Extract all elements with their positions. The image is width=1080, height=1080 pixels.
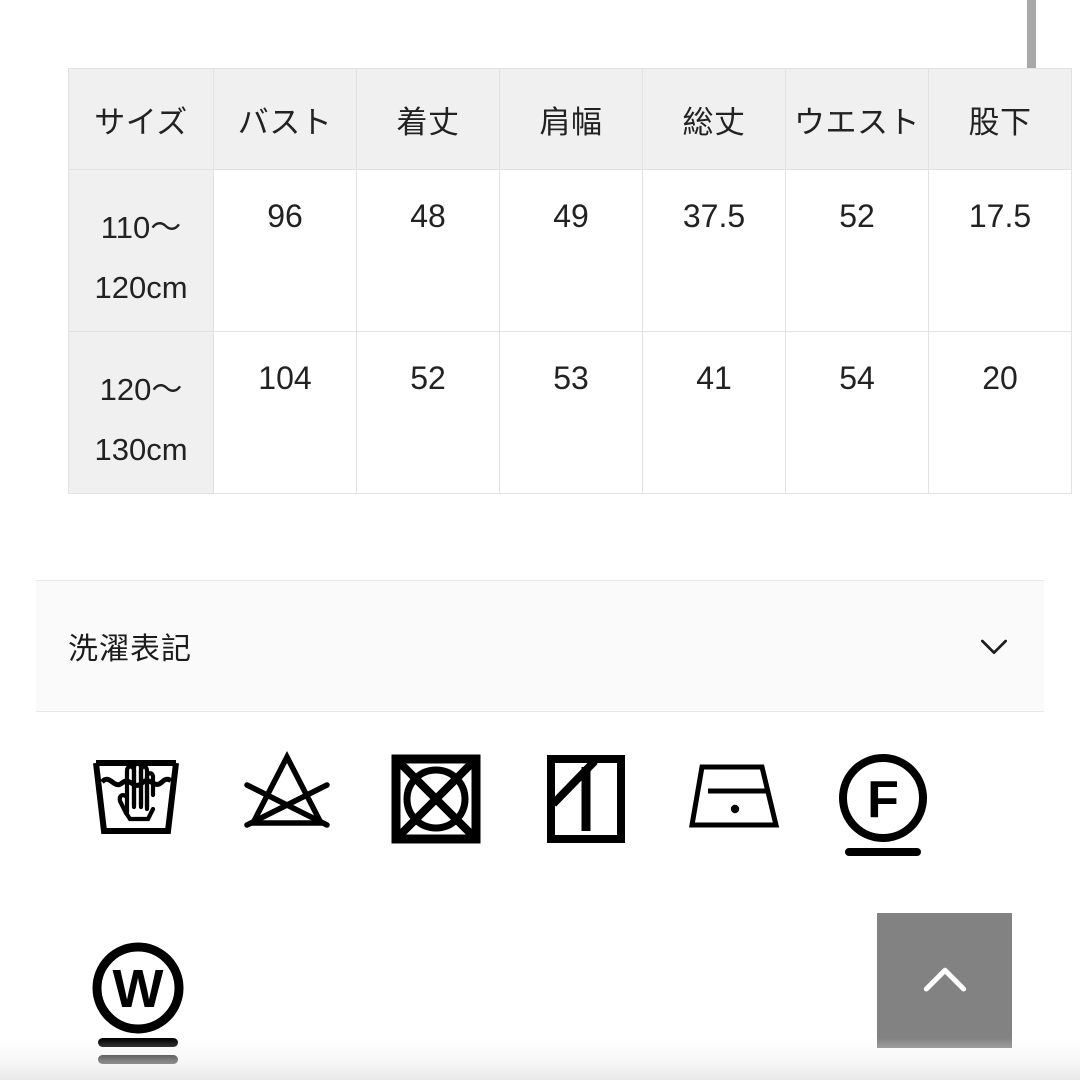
size-table-body: 110〜120cm 96 48 49 37.5 52 17.5 120〜130c… xyxy=(68,169,1072,494)
do-not-tumble-dry-icon xyxy=(388,751,484,852)
size-table-head: サイズ バスト 着丈 肩幅 総丈 ウエスト 股下 xyxy=(68,68,1072,170)
scrollbar-thumb[interactable] xyxy=(1027,0,1036,74)
cell-inseam: 20 xyxy=(928,331,1072,494)
iron-low-heat-icon xyxy=(688,763,788,844)
column-header-size: サイズ xyxy=(68,68,214,170)
cell-shoulder: 49 xyxy=(499,169,643,332)
dry-clean-petroleum-gentle-icon: F xyxy=(836,751,931,866)
column-header-bust: バスト xyxy=(213,68,357,170)
cell-size-label: 120〜130cm xyxy=(68,331,214,494)
table-header-row: サイズ バスト 着丈 肩幅 総丈 ウエスト 股下 xyxy=(68,68,1072,170)
column-header-waist: ウエスト xyxy=(785,68,929,170)
size-table: サイズ バスト 着丈 肩幅 総丈 ウエスト 股下 110〜120cm 96 48… xyxy=(68,68,1072,494)
cell-bust: 96 xyxy=(213,169,357,332)
cell-bust: 104 xyxy=(213,331,357,494)
cell-length: 48 xyxy=(356,169,500,332)
chevron-up-icon xyxy=(913,949,977,1013)
do-not-bleach-icon xyxy=(237,747,337,842)
column-header-shoulder: 肩幅 xyxy=(499,68,643,170)
size-table-container: サイズ バスト 着丈 肩幅 総丈 ウエスト 股下 110〜120cm 96 48… xyxy=(68,68,1072,494)
scroll-to-top-button[interactable] xyxy=(877,913,1012,1048)
care-symbols-row-1: F xyxy=(0,735,1080,900)
cell-size-label: 110〜120cm xyxy=(68,169,214,332)
cell-total-length: 41 xyxy=(642,331,786,494)
cell-waist: 54 xyxy=(785,331,929,494)
cell-shoulder: 53 xyxy=(499,331,643,494)
cell-length: 52 xyxy=(356,331,500,494)
column-header-total-length: 総丈 xyxy=(642,68,786,170)
accordion-title: 洗濯表記 xyxy=(68,633,192,666)
cell-inseam: 17.5 xyxy=(928,169,1072,332)
column-header-inseam: 股下 xyxy=(928,68,1072,170)
cell-total-length: 37.5 xyxy=(642,169,786,332)
cell-waist: 52 xyxy=(785,169,929,332)
svg-text:F: F xyxy=(867,771,899,829)
accordion-washing-labels[interactable]: 洗濯表記 xyxy=(36,580,1044,712)
hand-wash-icon xyxy=(86,735,186,850)
line-dry-in-shade-icon xyxy=(545,753,627,850)
wet-clean-very-gentle-icon: W xyxy=(88,938,188,1073)
chevron-down-icon[interactable] xyxy=(974,626,1014,666)
column-header-length: 着丈 xyxy=(356,68,500,170)
svg-text:W: W xyxy=(113,959,164,1019)
table-row: 110〜120cm 96 48 49 37.5 52 17.5 xyxy=(68,169,1072,332)
table-row: 120〜130cm 104 52 53 41 54 20 xyxy=(68,331,1072,494)
